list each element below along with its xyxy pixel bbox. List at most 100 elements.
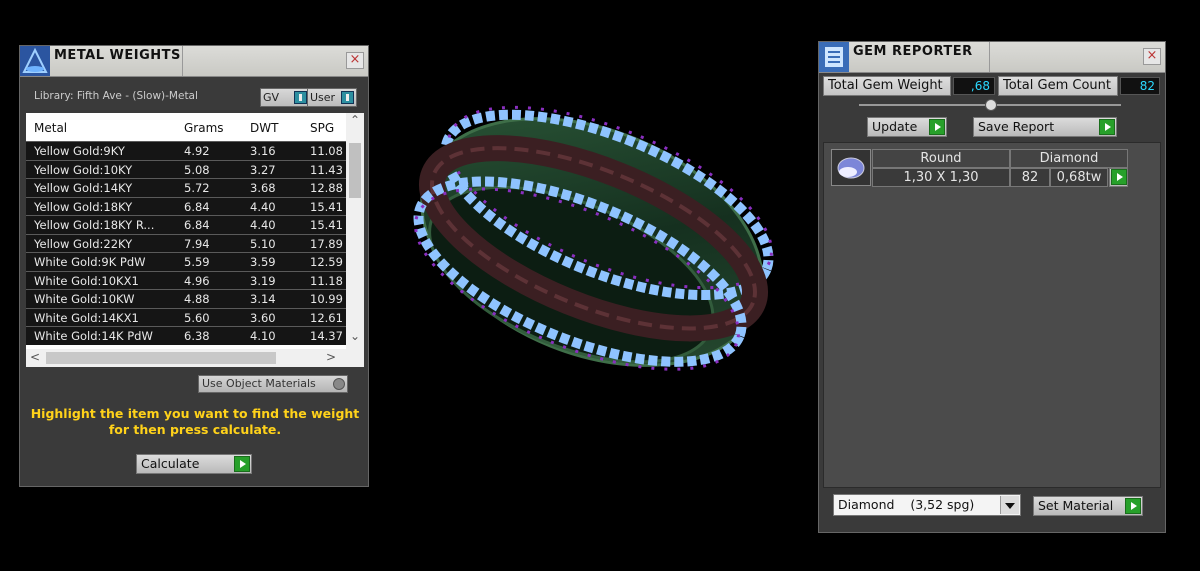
table-cell: 5.60	[184, 310, 210, 325]
user-toggle[interactable]: User	[307, 88, 357, 107]
table-row[interactable]: Yellow Gold:14KY 5.72 3.68 12.88	[26, 178, 346, 197]
use-object-materials-label: Use Object Materials	[202, 377, 316, 390]
gem-reporter-close-icon[interactable]: ×	[1143, 48, 1161, 65]
gem-weight-cell[interactable]: 0,68tw	[1050, 168, 1108, 187]
table-row[interactable]: Yellow Gold:18KY 6.84 4.40 15.41	[26, 196, 346, 215]
total-gem-count-value: 82	[1120, 77, 1160, 95]
table-cell: Yellow Gold:9KY	[34, 144, 125, 158]
gv-toggle[interactable]: GV	[260, 88, 310, 107]
update-button[interactable]: Update	[867, 117, 947, 137]
table-cell: White Gold:10KW	[34, 292, 135, 306]
gem-reporter-panel: GEM REPORTER × Total Gem Weight ,68 Tota…	[818, 41, 1166, 533]
metal-table[interactable]: Metal Grams DWT SPG Yellow Gold:9KY 4.92 3…	[26, 113, 364, 367]
horizontal-scroll-thumb[interactable]	[46, 352, 276, 364]
col-grams[interactable]: Grams	[184, 121, 224, 135]
set-material-button[interactable]: Set Material	[1033, 496, 1143, 516]
save-report-button[interactable]: Save Report	[973, 117, 1117, 137]
table-cell: 17.89	[310, 236, 343, 251]
table-row[interactable]: White Gold:9K PdW 5.59 3.59 12.59	[26, 252, 346, 271]
metal-weights-close-icon[interactable]: ×	[346, 52, 364, 69]
scroll-down-icon[interactable]: ⌄	[350, 329, 360, 343]
calculate-button[interactable]: Calculate	[136, 454, 252, 474]
table-row[interactable]: Yellow Gold:9KY 4.92 3.16 11.08	[26, 141, 346, 160]
table-cell: Yellow Gold:18KY	[34, 199, 133, 214]
gem-size-cell[interactable]: 1,30 X 1,30	[872, 168, 1010, 187]
set-material-go-icon	[1125, 498, 1141, 514]
table-cell: 11.43	[310, 162, 343, 177]
round-gem-icon[interactable]	[831, 149, 871, 186]
save-report-go-icon	[1099, 119, 1115, 135]
table-cell: 10.99	[310, 292, 343, 306]
gem-count-cell[interactable]: 82	[1010, 168, 1050, 187]
total-gem-count-label: Total Gem Count	[998, 76, 1118, 96]
table-cell: 4.40	[250, 218, 276, 232]
ring-3d-viewport[interactable]	[395, 70, 790, 415]
gem-shape-cell[interactable]: Round	[872, 149, 1010, 168]
table-row[interactable]: Yellow Gold:18KY R... 6.84 4.40 15.41	[26, 215, 346, 234]
slider-knob[interactable]	[985, 99, 997, 111]
use-object-materials-icon	[333, 378, 345, 390]
table-cell: 6.38	[184, 329, 210, 343]
table-cell: 4.88	[184, 292, 210, 306]
table-row[interactable]: Yellow Gold:22KY 7.94 5.10 17.89	[26, 233, 346, 252]
update-label: Update	[872, 119, 918, 134]
table-row[interactable]: White Gold:14K PdW 6.38 4.10 14.37	[26, 326, 346, 345]
instruction-line-1: Highlight the item you want to find the …	[30, 406, 360, 421]
table-cell: White Gold:9K PdW	[34, 255, 146, 269]
table-cell: 5.72	[184, 181, 210, 195]
calculate-go-icon	[234, 456, 250, 472]
table-cell: White Gold:14K PdW	[34, 329, 153, 343]
metal-weights-titlebar[interactable]: METAL WEIGHTS ×	[20, 46, 368, 77]
col-metal[interactable]: Metal	[34, 121, 67, 135]
gv-toggle-label: GV	[263, 91, 280, 104]
table-row[interactable]: White Gold:14KX1 5.60 3.60 12.61	[26, 307, 346, 326]
gem-material-cell[interactable]: Diamond	[1010, 149, 1128, 168]
library-label: Library: Fifth Ave - (Slow)-Metal	[34, 90, 198, 102]
instruction-line-2: for then press calculate.	[108, 422, 282, 437]
metal-table-vertical-scrollbar[interactable]: ⌃ ⌄	[346, 113, 364, 349]
table-cell: 3.27	[250, 162, 276, 177]
table-cell: 4.40	[250, 199, 276, 214]
metal-weights-panel: METAL WEIGHTS × Library: Fifth Ave - (Sl…	[19, 45, 369, 487]
total-gem-weight-value: ,68	[953, 77, 995, 95]
set-material-label: Set Material	[1038, 498, 1114, 513]
table-cell: 3.68	[250, 181, 276, 195]
scroll-right-icon[interactable]: >	[326, 350, 336, 364]
gem-list-area[interactable]	[823, 142, 1161, 488]
gem-row-go-icon	[1111, 169, 1127, 185]
table-cell: 5.10	[250, 236, 276, 251]
table-cell: 5.08	[184, 162, 210, 177]
gem-row-go-button[interactable]	[1109, 168, 1128, 187]
metal-weights-logo-icon	[20, 46, 50, 76]
use-object-materials-toggle[interactable]: Use Object Materials	[198, 375, 348, 393]
ring-model	[413, 105, 774, 371]
total-gem-weight-label: Total Gem Weight	[823, 76, 951, 96]
table-cell: 12.61	[310, 310, 343, 325]
table-row[interactable]: White Gold:10KX1 4.96 3.19 11.18	[26, 270, 346, 289]
metal-table-body: Yellow Gold:9KY 4.92 3.16 11.08 Yellow Gold:…	[26, 141, 346, 345]
table-row[interactable]: White Gold:10KW 4.88 3.14 10.99	[26, 289, 346, 308]
metal-table-horizontal-scrollbar[interactable]: < >	[26, 349, 364, 367]
col-spg[interactable]: SPG	[310, 121, 334, 135]
table-cell: 4.92	[184, 144, 210, 158]
table-cell: 6.84	[184, 199, 210, 214]
gem-reporter-titlebar[interactable]: GEM REPORTER ×	[819, 42, 1165, 73]
metal-table-header: Metal Grams DWT SPG	[26, 113, 346, 141]
table-cell: White Gold:14KX1	[34, 310, 139, 325]
table-row[interactable]: Yellow Gold:10KY 5.08 3.27 11.43	[26, 159, 346, 178]
gem-reporter-slider[interactable]	[859, 99, 1121, 111]
update-go-icon	[929, 119, 945, 135]
table-cell: Yellow Gold:14KY	[34, 181, 133, 195]
table-cell: 15.41	[310, 218, 343, 232]
table-cell: 3.16	[250, 144, 276, 158]
scroll-left-icon[interactable]: <	[30, 350, 40, 364]
gv-toggle-icon	[294, 91, 307, 104]
table-cell: 3.19	[250, 273, 276, 288]
table-cell: 11.18	[310, 273, 343, 288]
chevron-down-icon[interactable]	[1000, 496, 1019, 514]
vertical-scroll-thumb[interactable]	[349, 143, 361, 198]
table-cell: 4.96	[184, 273, 210, 288]
scroll-up-icon[interactable]: ⌃	[350, 113, 360, 127]
material-select[interactable]: Diamond (3,52 spg)	[833, 494, 1021, 516]
col-dwt[interactable]: DWT	[250, 121, 278, 135]
